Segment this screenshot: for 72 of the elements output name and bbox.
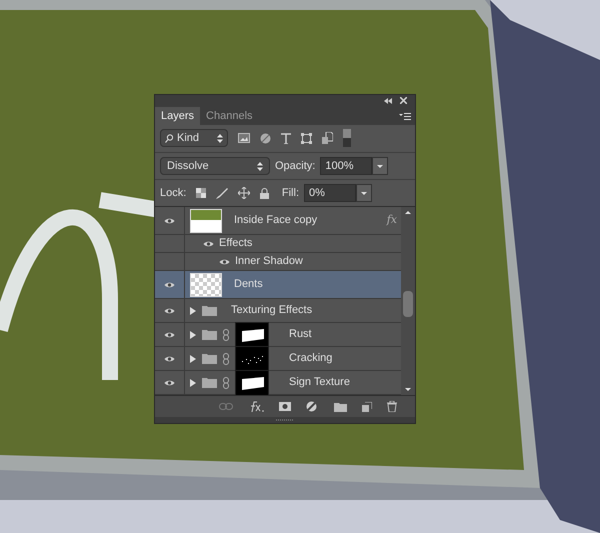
caret-icon xyxy=(361,192,367,195)
group-name: Rust xyxy=(289,327,312,342)
opacity-field[interactable]: 100% xyxy=(320,157,372,176)
dropdown-button[interactable] xyxy=(372,157,388,176)
layer-row[interactable]: Dents xyxy=(155,271,401,300)
group-name: Sign Texture xyxy=(289,375,350,390)
brush-icon[interactable] xyxy=(216,188,228,199)
filter-dropdown[interactable]: Kind xyxy=(160,129,228,148)
folder-icon xyxy=(202,305,217,316)
scrollbar[interactable] xyxy=(401,207,415,396)
expand-triangle-icon[interactable] xyxy=(190,378,196,387)
effects-label: Effects xyxy=(219,236,252,252)
folder-icon xyxy=(202,353,217,364)
smart-object-icon[interactable] xyxy=(322,132,333,144)
panel-tab[interactable]: Channels xyxy=(200,106,259,125)
filter-toggle-icon[interactable] xyxy=(343,129,351,148)
chain-icon[interactable] xyxy=(223,328,229,341)
eye-icon[interactable] xyxy=(164,280,175,289)
lock-icon[interactable] xyxy=(260,188,270,199)
lock-label: Lock: xyxy=(160,186,186,202)
layer-name: Dents xyxy=(234,277,264,292)
eye-icon[interactable] xyxy=(219,258,230,266)
layer-row[interactable]: Cracking xyxy=(155,347,401,372)
effects-label: fx xyxy=(386,212,397,228)
chain-icon[interactable] xyxy=(223,376,229,389)
layer-row[interactable]: Rust xyxy=(155,323,401,348)
scroll-thumb[interactable] xyxy=(403,291,413,318)
adjustment-icon[interactable] xyxy=(306,401,319,412)
search-icon xyxy=(165,134,173,143)
blend-mode-dropdown[interactable]: Dissolve xyxy=(160,157,270,176)
dropdown-button[interactable] xyxy=(356,184,372,202)
close-icon[interactable] xyxy=(400,97,407,104)
eye-icon[interactable] xyxy=(164,330,175,339)
fx-icon[interactable] xyxy=(248,401,264,412)
eye-icon[interactable] xyxy=(164,378,175,387)
type-icon[interactable] xyxy=(281,132,291,144)
layer-name: Inside Face copy xyxy=(234,213,318,228)
circle-icon[interactable] xyxy=(260,132,271,144)
scroll-down-icon[interactable] xyxy=(405,388,411,392)
opacity-label: Opacity: xyxy=(275,158,316,174)
collapse-icon[interactable] xyxy=(384,98,392,104)
eye-icon[interactable] xyxy=(164,306,175,315)
chain-icon[interactable] xyxy=(223,352,229,365)
fill-label: Fill: xyxy=(282,186,299,202)
transform-icon[interactable] xyxy=(301,132,312,144)
expand-triangle-icon[interactable] xyxy=(190,330,196,339)
scroll-up-icon[interactable] xyxy=(405,211,411,214)
folder-icon xyxy=(202,329,217,340)
panel-menu-icon[interactable] xyxy=(399,112,411,120)
eye-icon[interactable] xyxy=(164,354,175,363)
resize-grip-icon[interactable] xyxy=(276,419,294,422)
mask-icon[interactable] xyxy=(279,402,291,412)
trash-icon[interactable] xyxy=(387,401,397,412)
eye-icon[interactable] xyxy=(164,216,175,225)
group-name: Cracking xyxy=(289,351,332,366)
effect-name: Inner Shadow xyxy=(235,254,303,270)
stepper-icon xyxy=(257,162,263,171)
expand-triangle-icon[interactable] xyxy=(190,306,196,315)
expand-triangle-icon[interactable] xyxy=(190,354,196,363)
image-icon[interactable] xyxy=(238,133,250,144)
new-layer-icon[interactable] xyxy=(362,402,372,412)
caret-icon xyxy=(377,164,384,168)
group-name: Texturing Effects xyxy=(231,303,312,318)
stepper-icon xyxy=(217,134,223,143)
fill-field[interactable]: 0% xyxy=(304,184,356,202)
folder-icon xyxy=(202,377,217,388)
checkerboard-icon[interactable] xyxy=(196,188,206,198)
move-icon[interactable] xyxy=(238,187,250,200)
layer-row[interactable]: Inside Face copy fx xyxy=(155,207,401,236)
eye-icon[interactable] xyxy=(203,240,214,248)
panel-tab[interactable]: Layers xyxy=(155,106,200,125)
folder-icon[interactable] xyxy=(334,402,347,412)
